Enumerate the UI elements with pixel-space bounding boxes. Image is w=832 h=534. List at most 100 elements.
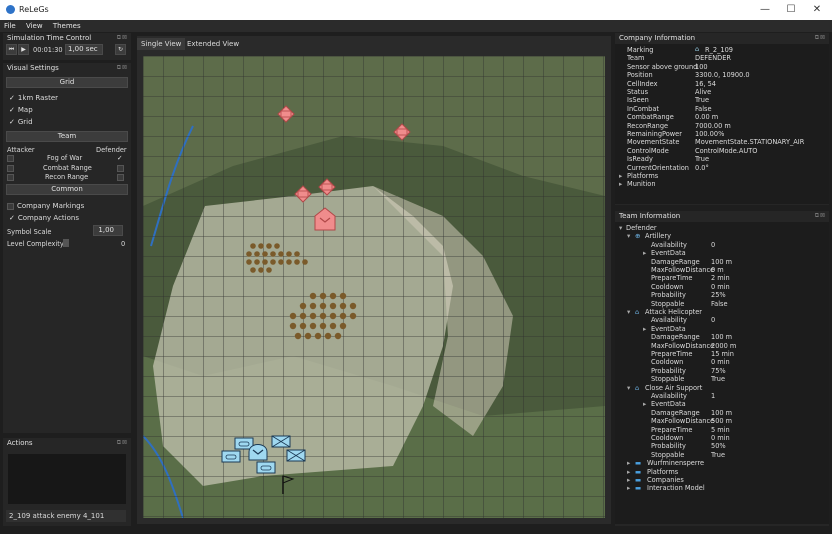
expand-arrow-icon[interactable]: ▸ <box>643 249 646 257</box>
expand-arrow-icon[interactable]: ▸ <box>627 468 630 476</box>
event-field-label: DamageRange <box>651 408 700 417</box>
company-field-value: ControlMode.AUTO <box>695 146 758 155</box>
action-log-entry[interactable]: 2_109 attack enemy 4_101 <box>6 510 126 522</box>
sim-speed-spinbox[interactable]: 1,00 sec <box>65 44 103 55</box>
dock-buttons-icon[interactable]: ⧉⊠ <box>117 64 128 72</box>
event-field-value: 0 min <box>711 358 730 367</box>
menu-bar: File View Themes <box>0 20 832 32</box>
eventdata-node[interactable]: EventData <box>651 400 686 408</box>
event-field-value: 500 m <box>711 417 733 426</box>
attacker-fog-checkbox[interactable] <box>7 154 14 162</box>
expand-arrow-icon[interactable]: ▸ <box>643 325 646 333</box>
attacker-header: Attacker <box>7 146 35 154</box>
menu-themes[interactable]: Themes <box>49 20 85 30</box>
company-field-label: RemainingPower <box>627 130 682 138</box>
company-group-munition[interactable]: Munition <box>627 180 656 188</box>
helicopter-unit-icon: ⌂ <box>695 45 700 53</box>
collapse-arrow-icon[interactable]: ▾ <box>627 384 630 392</box>
dock-buttons-icon[interactable]: ⧉⊠ <box>815 34 826 42</box>
raster-checkbox[interactable]: ✓ 1km Raster <box>9 94 58 102</box>
expand-arrow-icon[interactable]: ▸ <box>627 476 630 484</box>
reset-icon[interactable]: ↻ <box>115 44 126 55</box>
event-field-value: 2 min <box>711 274 730 283</box>
menu-file[interactable]: File <box>0 20 20 30</box>
event-field-label: Probability <box>651 291 686 300</box>
company-field-value: True <box>695 96 710 105</box>
terrain-map[interactable] <box>142 56 605 519</box>
maximize-button[interactable]: ☐ <box>778 2 804 18</box>
company-field-label: ReconRange <box>627 121 669 130</box>
play-icon[interactable]: ▶ <box>18 44 29 55</box>
symbol-scale-label: Symbol Scale <box>7 228 52 236</box>
expand-arrow-icon[interactable]: ▸ <box>627 484 630 492</box>
collapse-arrow-icon[interactable]: ▾ <box>627 232 630 240</box>
tab-extended-view[interactable]: Extended View <box>183 38 243 50</box>
event-field-value: 100 m <box>711 257 733 266</box>
company-group-platforms[interactable]: Platforms <box>627 172 658 180</box>
app-logo-icon <box>6 5 15 14</box>
common-section-button[interactable]: Common <box>6 184 128 195</box>
grid-checkbox[interactable]: ✓ Grid <box>9 118 33 126</box>
event-field-value: 5 min <box>711 425 730 434</box>
event-field-label: DamageRange <box>651 333 700 342</box>
company-field-value: 16, 54 <box>695 79 716 88</box>
team-group-interaction-model[interactable]: Interaction Model <box>647 484 705 492</box>
dock-buttons-icon[interactable]: ⧉⊠ <box>117 439 128 447</box>
attacker-recon-checkbox[interactable] <box>7 173 14 181</box>
collapse-arrow-icon[interactable]: ▾ <box>627 308 630 316</box>
skip-back-icon[interactable]: ⏮ <box>6 44 17 55</box>
company-field-value: R_2_109 <box>705 46 733 54</box>
tab-single-view[interactable]: Single View <box>137 38 186 50</box>
team-group-companies[interactable]: Companies <box>647 476 684 484</box>
symbol-scale-spinbox[interactable]: 1,00 <box>93 225 123 236</box>
defender-combat-checkbox[interactable] <box>117 164 124 172</box>
availability-label: Availability <box>651 392 687 400</box>
team-info-panel: Team Information ⧉⊠ ▾ Defender ▾ ⊕ Artillery… <box>615 211 829 526</box>
sim-time-display: 00:01:30 <box>33 46 63 54</box>
team-root-defender[interactable]: Defender <box>626 224 657 232</box>
fog-of-war-label: Fog of War <box>47 154 83 162</box>
level-complexity-label: Level Complexity <box>7 240 64 248</box>
map-canvas[interactable] <box>142 56 605 519</box>
company-info-panel: Company Information ⧉⊠ Marking R_2_109 ⌂ Te… <box>615 33 829 205</box>
minimize-button[interactable]: — <box>752 2 778 18</box>
close-button[interactable]: ✕ <box>804 2 830 18</box>
expand-arrow-icon[interactable]: ▸ <box>643 400 646 408</box>
defender-recon-checkbox[interactable] <box>117 173 124 181</box>
eventdata-node[interactable]: EventData <box>651 249 686 257</box>
dock-buttons-icon[interactable]: ⧉⊠ <box>815 212 826 220</box>
eventdata-node[interactable]: EventData <box>651 325 686 333</box>
event-field-value: 2000 m <box>711 341 737 350</box>
collapse-arrow-icon[interactable]: ▾ <box>619 224 622 232</box>
support-section-attack-helicopter[interactable]: Attack Helicopter <box>645 308 702 316</box>
support-section-close-air-support[interactable]: Close Air Support <box>645 384 702 392</box>
folder-icon: ▬ <box>635 467 642 476</box>
event-field-value: True <box>711 375 726 384</box>
team-section-button[interactable]: Team <box>6 131 128 142</box>
menu-view[interactable]: View <box>22 20 47 30</box>
expand-arrow-icon[interactable]: ▸ <box>627 459 630 467</box>
expand-arrow-icon[interactable]: ▸ <box>619 180 622 188</box>
expand-arrow-icon[interactable]: ▸ <box>619 172 622 180</box>
company-field-value: 0.0° <box>695 163 709 172</box>
event-field-value: True <box>711 450 726 459</box>
level-complexity-slider[interactable] <box>63 239 69 247</box>
map-checkbox[interactable]: ✓ Map <box>9 106 33 114</box>
company-actions-checkbox[interactable]: ✓ Company Actions <box>9 214 79 222</box>
grid-section-button[interactable]: Grid <box>6 77 128 88</box>
support-section-artillery[interactable]: Artillery <box>645 232 671 240</box>
attacker-combat-checkbox[interactable] <box>7 164 14 172</box>
checkmark-icon: ✓ <box>9 94 15 102</box>
event-field-label: MaxFollowDistance <box>651 341 715 350</box>
dock-buttons-icon[interactable]: ⧉⊠ <box>117 34 128 42</box>
actions-list[interactable] <box>8 454 126 504</box>
folder-icon: ▬ <box>635 484 642 493</box>
team-group-wurfminensperre[interactable]: Wurfminensperre <box>647 459 704 467</box>
defender-fog-checkbox[interactable]: ✓ <box>117 154 123 162</box>
team-group-platforms[interactable]: Platforms <box>647 468 678 476</box>
event-field-label: Probability <box>651 442 686 451</box>
event-field-label: DamageRange <box>651 257 700 266</box>
event-field-value: 75% <box>711 366 726 375</box>
company-field-label: InCombat <box>627 104 659 113</box>
company-markings-checkbox[interactable]: Company Markings <box>7 202 84 210</box>
